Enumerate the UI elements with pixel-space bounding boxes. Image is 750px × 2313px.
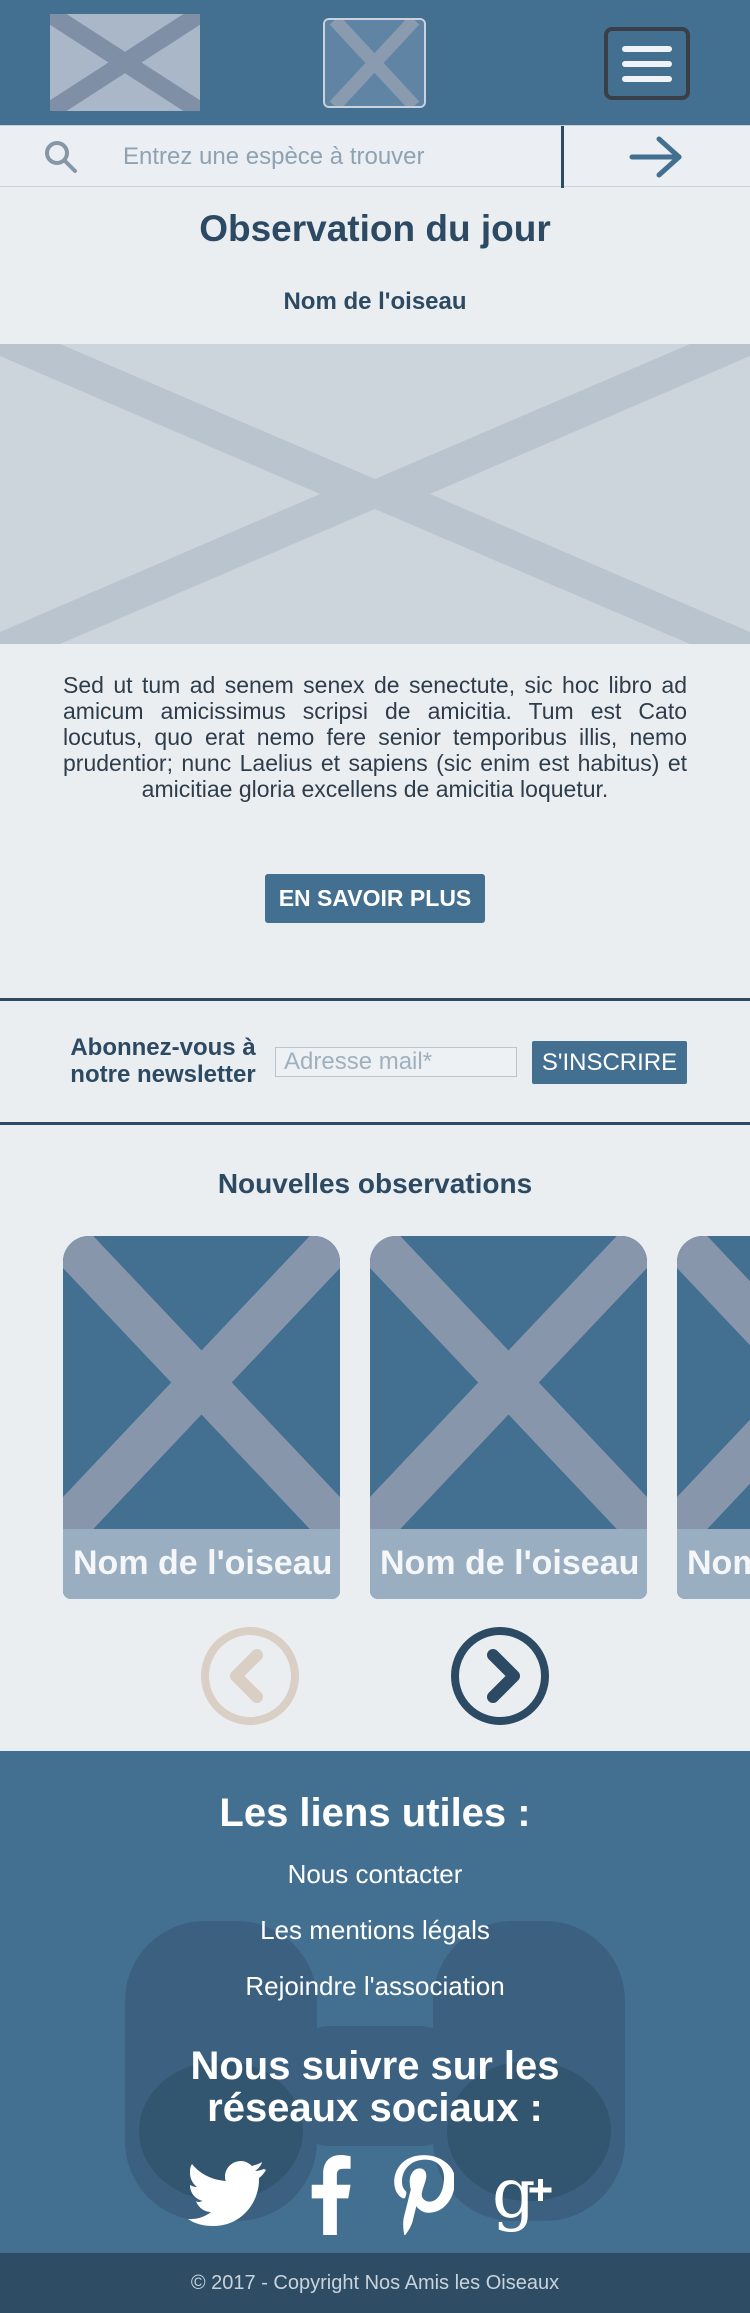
card-bird-name: Nom de l'oiseau [677, 1529, 750, 1599]
bird-image-placeholder [63, 1236, 340, 1529]
copyright-bar: © 2017 - Copyright Nos Amis les Oiseaux [0, 2253, 750, 2313]
facebook-icon[interactable] [300, 2155, 360, 2235]
google-plus-icon[interactable]: g [492, 2155, 564, 2235]
contact-link[interactable]: Nous contacter [0, 1859, 750, 1890]
newsletter-email-field[interactable] [275, 1047, 517, 1077]
search-icon [45, 141, 77, 173]
card-bird-name: Nom de l'oiseau [370, 1529, 647, 1599]
observation-image-placeholder [0, 344, 750, 644]
logo-image-placeholder[interactable] [50, 14, 200, 111]
social-networks-title: Nous suivre sur les réseaux sociaux : [190, 2044, 560, 2130]
hamburger-menu-button[interactable] [604, 27, 690, 100]
menu-bar [622, 60, 672, 67]
newsletter-subscribe-button[interactable]: S'INSCRIRE [532, 1041, 687, 1084]
pinterest-icon[interactable] [392, 2155, 454, 2235]
observation-of-the-day-title: Observation du jour [199, 208, 551, 249]
carousel-previous-button[interactable] [200, 1626, 300, 1726]
bird-image-placeholder [677, 1236, 750, 1529]
menu-bar [622, 75, 672, 82]
newsletter-label: Abonnez-vous à notre newsletter [70, 1034, 256, 1088]
svg-text:g: g [492, 2155, 536, 2234]
search-bar [0, 125, 750, 188]
card-bird-name: Nom de l'oiseau [63, 1529, 340, 1599]
newsletter-section: Abonnez-vous à notre newsletter S'INSCRI… [0, 998, 750, 1125]
join-association-link[interactable]: Rejoindre l'association [0, 1971, 750, 2002]
observation-description: Sed ut tum ad senem senex de senectute, … [63, 672, 687, 802]
twitter-icon[interactable] [186, 2155, 266, 2235]
new-observations-title: Nouvelles observations [217, 1168, 533, 1199]
legal-notice-link[interactable]: Les mentions légals [0, 1915, 750, 1946]
observation-card[interactable]: Nom de l'oiseau [677, 1236, 750, 1599]
learn-more-button[interactable]: EN SAVOIR PLUS [265, 874, 485, 923]
observation-card[interactable]: Nom de l'oiseau [63, 1236, 340, 1599]
useful-links-title: Les liens utiles : [219, 1791, 531, 1835]
observations-carousel: Nom de l'oiseau Nom de l'oiseau Nom de l… [0, 1236, 750, 1601]
bird-image-placeholder [370, 1236, 647, 1529]
observation-card[interactable]: Nom de l'oiseau [370, 1236, 647, 1599]
site-footer: Les liens utiles : Nous contacter Les me… [0, 1751, 750, 2253]
arrow-right-icon [629, 136, 682, 178]
menu-bar [622, 45, 672, 52]
site-title-image-placeholder [323, 18, 426, 108]
search-submit-button[interactable] [564, 126, 750, 188]
search-input[interactable] [105, 134, 555, 180]
site-header [0, 0, 750, 125]
observation-bird-name: Nom de l'oiseau [283, 288, 467, 315]
carousel-next-button[interactable] [450, 1626, 550, 1726]
